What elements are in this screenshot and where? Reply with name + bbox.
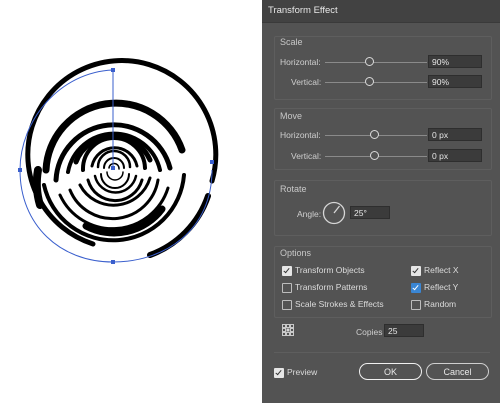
transform-objects-checkbox[interactable] — [282, 266, 292, 276]
options-title: Options — [280, 248, 312, 258]
scale-section — [274, 36, 492, 100]
spiral-arc-20 — [106, 171, 124, 181]
scale-vertical-track[interactable] — [325, 82, 427, 83]
reflect-y-checkbox[interactable] — [411, 283, 421, 293]
move-vertical-label: Vertical: — [291, 151, 322, 161]
spiral-artwork[interactable] — [0, 0, 262, 403]
dialog-titlebar[interactable]: Transform Effect — [262, 0, 500, 23]
copies-input[interactable]: 25 — [384, 324, 424, 337]
scale-horizontal-track[interactable] — [325, 62, 427, 63]
reflect-x-label: Reflect X — [424, 265, 459, 275]
cancel-button[interactable]: Cancel — [426, 363, 489, 380]
angle-dial-icon[interactable] — [322, 201, 346, 225]
scale-title: Scale — [280, 37, 303, 47]
reflect-x-checkbox[interactable] — [411, 266, 421, 276]
scale-vertical-label: Vertical: — [291, 77, 322, 87]
ok-button[interactable]: OK — [359, 363, 422, 380]
spiral-arc-18 — [100, 173, 130, 189]
move-horizontal-input[interactable]: 0 px — [428, 128, 482, 141]
spiral-arc-5 — [32, 166, 44, 209]
anchor-point-left — [18, 168, 22, 172]
transform-objects-label: Transform Objects — [295, 265, 365, 275]
move-horizontal-label: Horizontal: — [280, 130, 321, 140]
scale-horizontal-input[interactable]: 90% — [428, 55, 482, 68]
move-vertical-slider[interactable] — [370, 151, 379, 160]
rotate-angle-label: Angle: — [297, 209, 322, 219]
scale-vertical-input[interactable]: 90% — [428, 75, 482, 88]
transform-effect-dialog: Transform Effect Scale Horizontal: 90% V… — [262, 0, 500, 403]
preview-checkbox[interactable] — [274, 368, 284, 378]
reference-point-icon[interactable] — [282, 324, 294, 336]
anchor-point-bottom — [111, 260, 115, 264]
scale-horizontal-label: Horizontal: — [280, 57, 321, 67]
random-checkbox[interactable] — [411, 300, 421, 310]
rotate-angle-input[interactable]: 25° — [350, 206, 390, 219]
preview-label: Preview — [287, 367, 318, 377]
move-horizontal-slider[interactable] — [370, 130, 379, 139]
rotate-title: Rotate — [280, 184, 307, 194]
footer-divider — [274, 352, 490, 353]
anchor-point-top — [111, 68, 115, 72]
scale-strokes-label: Scale Strokes & Effects — [295, 299, 384, 309]
dialog-title: Transform Effect — [268, 5, 338, 16]
scale-vertical-slider[interactable] — [365, 77, 374, 86]
anchor-point-center — [111, 166, 115, 170]
scale-horizontal-slider[interactable] — [365, 57, 374, 66]
anchor-point-right — [210, 160, 214, 164]
transform-patterns-checkbox[interactable] — [282, 283, 292, 293]
scale-strokes-checkbox[interactable] — [282, 300, 292, 310]
random-label: Random — [424, 299, 457, 309]
move-title: Move — [280, 111, 303, 121]
artboard-canvas[interactable] — [0, 0, 262, 403]
move-vertical-input[interactable]: 0 px — [428, 149, 482, 162]
transform-patterns-label: Transform Patterns — [295, 282, 368, 292]
copies-label: Copies — [356, 327, 383, 337]
reflect-y-label: Reflect Y — [424, 282, 459, 292]
